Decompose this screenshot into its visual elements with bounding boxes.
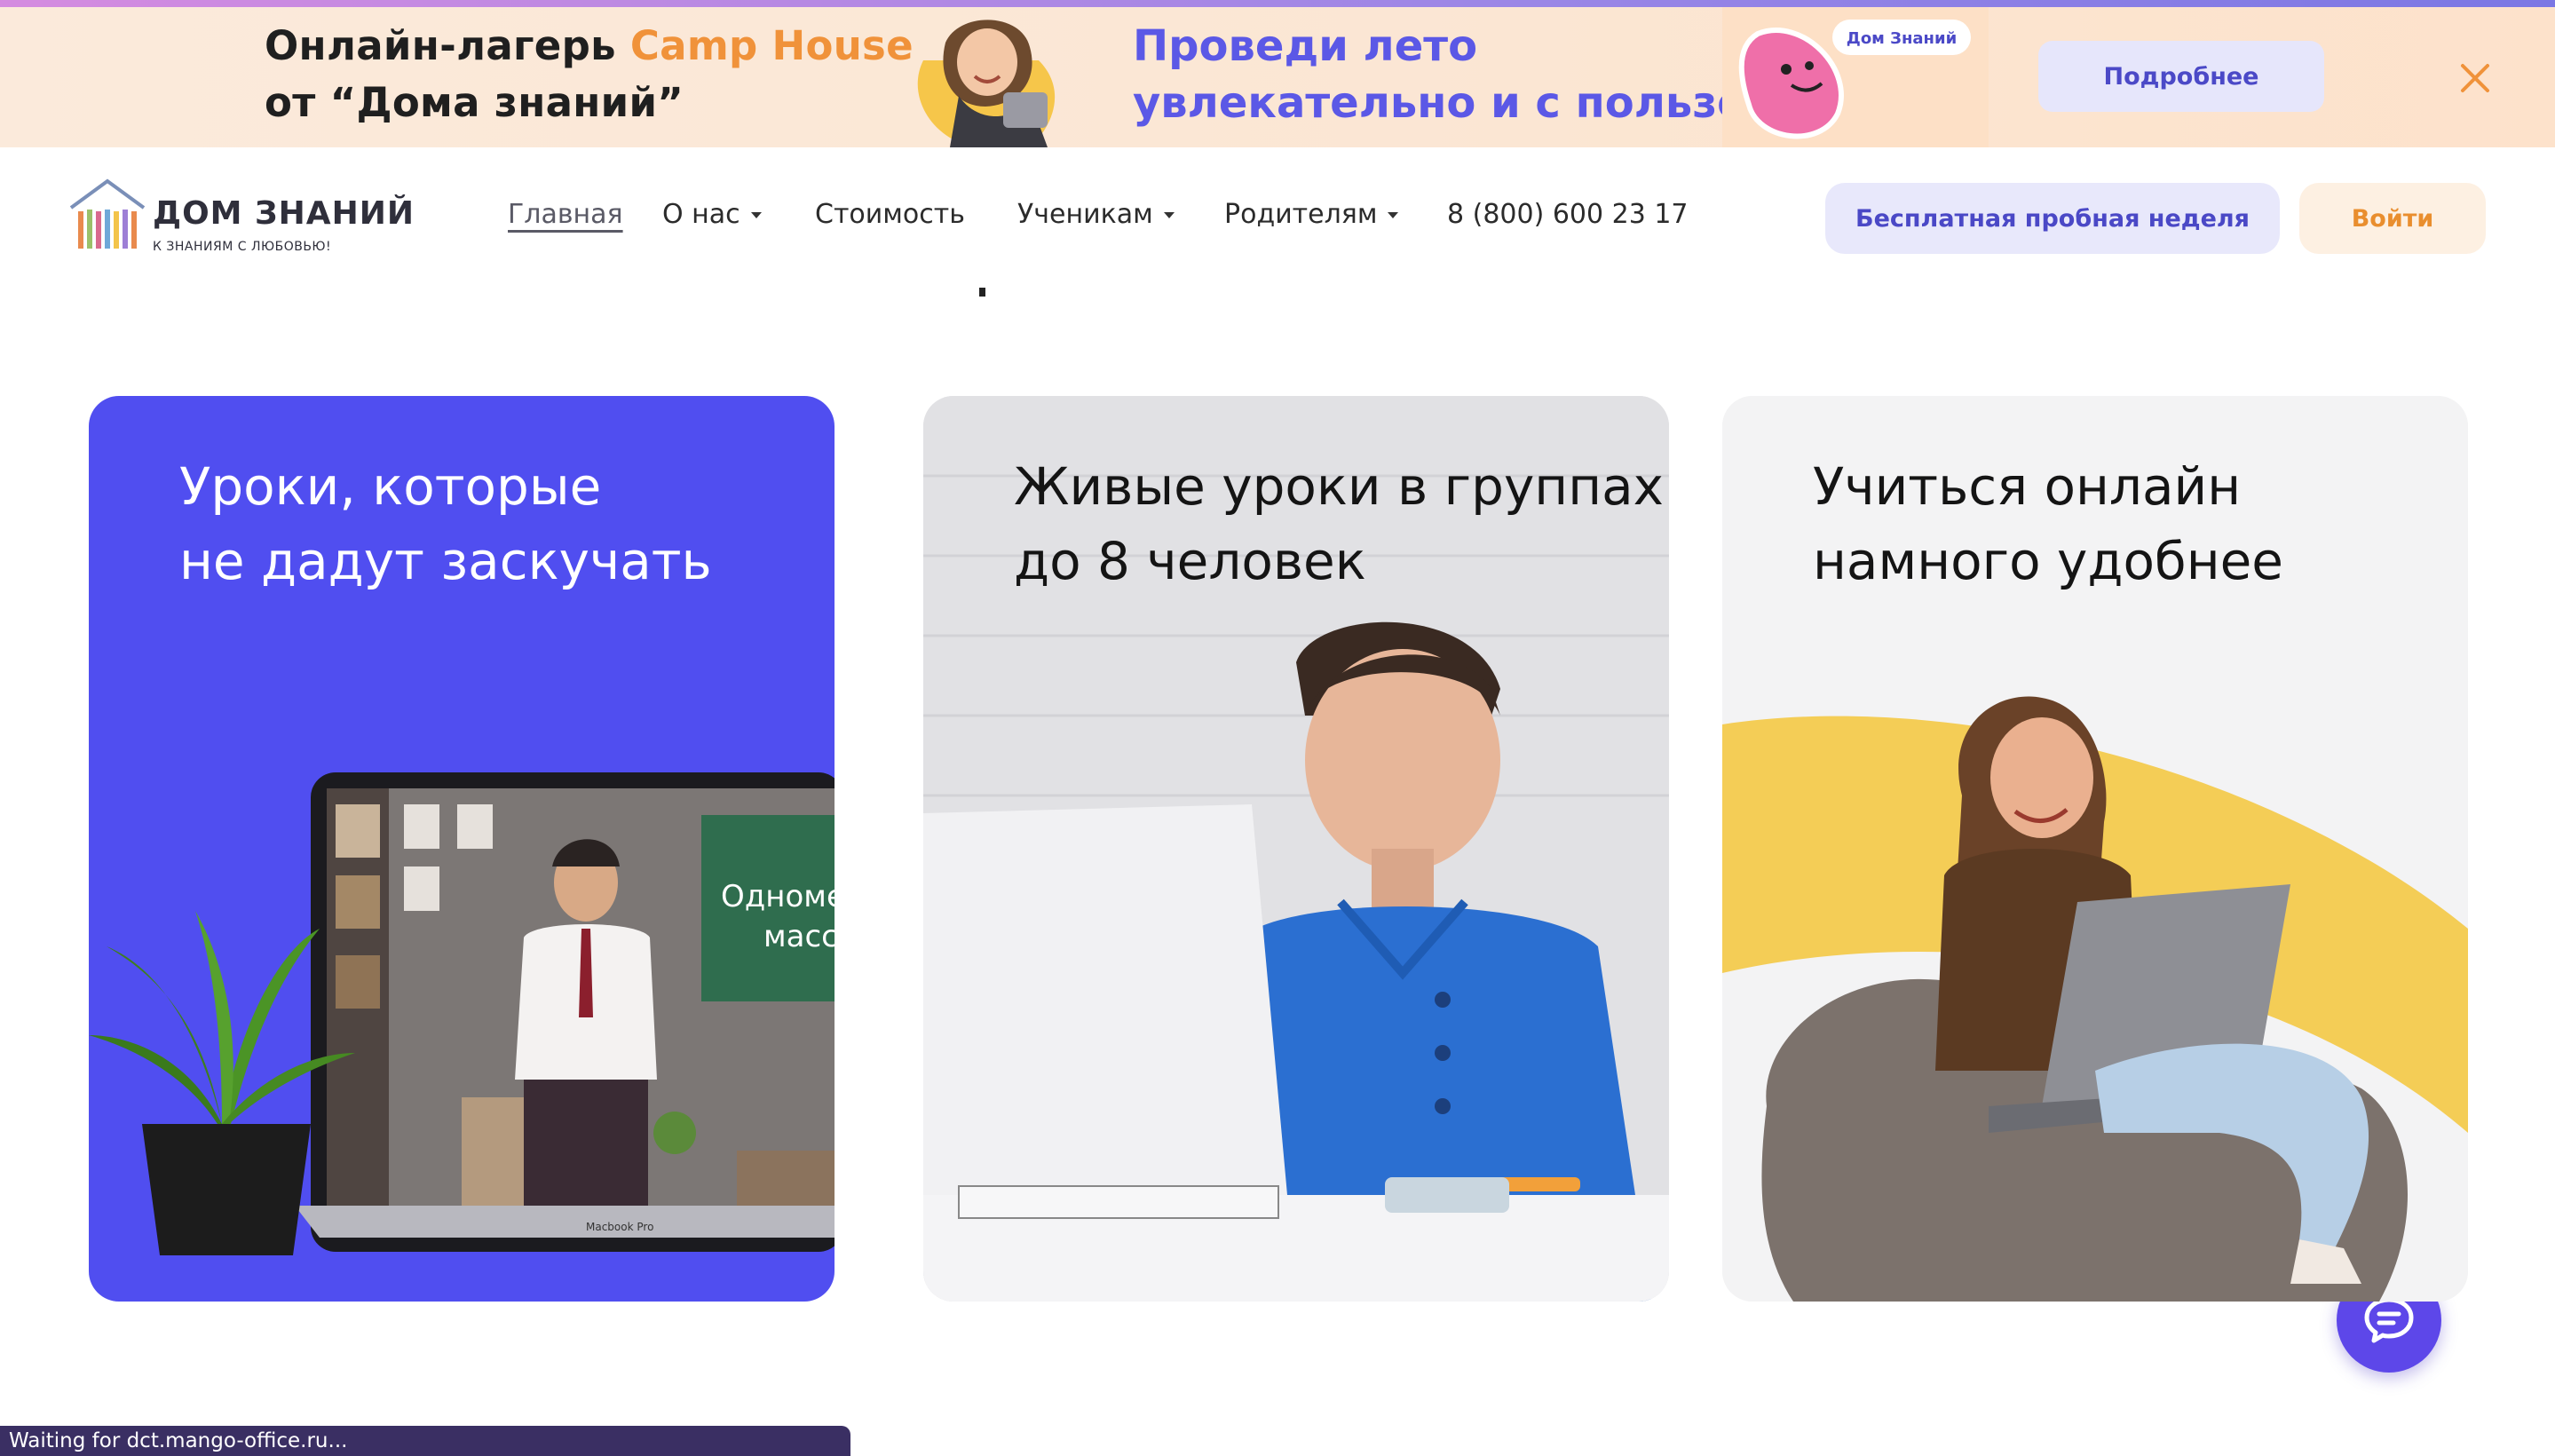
nav-label: Родителям — [1224, 199, 1378, 230]
promo-title-line2: от “Дома знаний” — [265, 79, 684, 126]
promo-slogan: Проведи лето увлекательно и с пользой! — [1133, 18, 1796, 131]
browser-status-bar: Waiting for dct.mango-office.ru... — [0, 1426, 850, 1456]
house-logo-icon — [69, 178, 146, 249]
card-title: Учиться онлайн намного удобнее — [1813, 456, 2283, 591]
feature-card-small-groups[interactable]: Живые уроки в группах до 8 человек — [923, 396, 1669, 1302]
chevron-down-icon — [1388, 212, 1399, 218]
promo-top-line — [0, 0, 2555, 7]
nav-label: Стоимость — [815, 199, 965, 230]
promo-title: Онлайн-лагерь Camp House от “Дома знаний… — [265, 18, 914, 131]
promo-slogan-line2: увлекательно и с пользой! — [1133, 78, 1796, 128]
card-title: Уроки, которые не дадут заскучать — [179, 456, 712, 591]
feature-card-engaging-lessons[interactable]: Уроки, которые не дадут заскучать Одноме… — [89, 396, 835, 1302]
promo-title-prefix: Онлайн-лагерь — [265, 22, 630, 69]
nav-item-home[interactable]: Главная — [508, 199, 623, 230]
promo-slogan-line1: Проведи лето — [1133, 21, 1478, 71]
free-trial-button[interactable]: Бесплатная пробная неделя — [1825, 183, 2280, 254]
logo-tagline: К ЗНАНИЯМ С ЛЮБОВЬЮ! — [153, 240, 332, 254]
nav-item-students[interactable]: Ученикам — [1017, 199, 1175, 230]
nav-label: Ученикам — [1017, 199, 1153, 230]
close-icon[interactable] — [2452, 55, 2498, 101]
laptop-model-label: Macbook Pro — [586, 1221, 653, 1233]
mascot-speech-label: Дом Знаний — [1847, 29, 1957, 48]
promo-girl-photo — [917, 20, 1056, 147]
nav-item-about[interactable]: О нас — [662, 199, 762, 230]
card-title: Живые уроки в группах до 8 человек — [1014, 456, 1664, 591]
stray-dot — [979, 288, 985, 297]
chevron-down-icon — [1163, 212, 1175, 218]
logo-wordmark: ДОМ ЗНАНИЙ — [153, 195, 415, 232]
nav-label: Главная — [508, 199, 623, 230]
login-button[interactable]: Войти — [2299, 183, 2486, 254]
board-text-line2: масс — [763, 919, 835, 954]
site-header: ДОМ ЗНАНИЙ К ЗНАНИЯМ С ЛЮБОВЬЮ! Главная … — [0, 147, 2555, 289]
promo-mascot-illustration: Дом Знаний — [1722, 7, 1989, 147]
chat-bubble-icon — [2364, 1297, 2414, 1343]
chevron-down-icon — [750, 212, 762, 218]
promo-more-button[interactable]: Подробнее — [2038, 41, 2324, 112]
site-logo[interactable]: ДОМ ЗНАНИЙ К ЗНАНИЯМ С ЛЮБОВЬЮ! — [67, 176, 414, 265]
nav-phone-link[interactable]: 8 (800) 600 23 17 — [1447, 199, 1689, 230]
nav-item-pricing[interactable]: Стоимость — [815, 199, 965, 230]
nav-item-parents[interactable]: Родителям — [1224, 199, 1399, 230]
board-text-line1: Одноме — [721, 879, 835, 914]
promo-title-accent: Camp House — [629, 22, 914, 69]
feature-card-convenient-online[interactable]: Учиться онлайн намного удобнее — [1722, 396, 2468, 1302]
promo-banner: Онлайн-лагерь Camp House от “Дома знаний… — [0, 0, 2555, 147]
nav-label: О нас — [662, 199, 740, 230]
